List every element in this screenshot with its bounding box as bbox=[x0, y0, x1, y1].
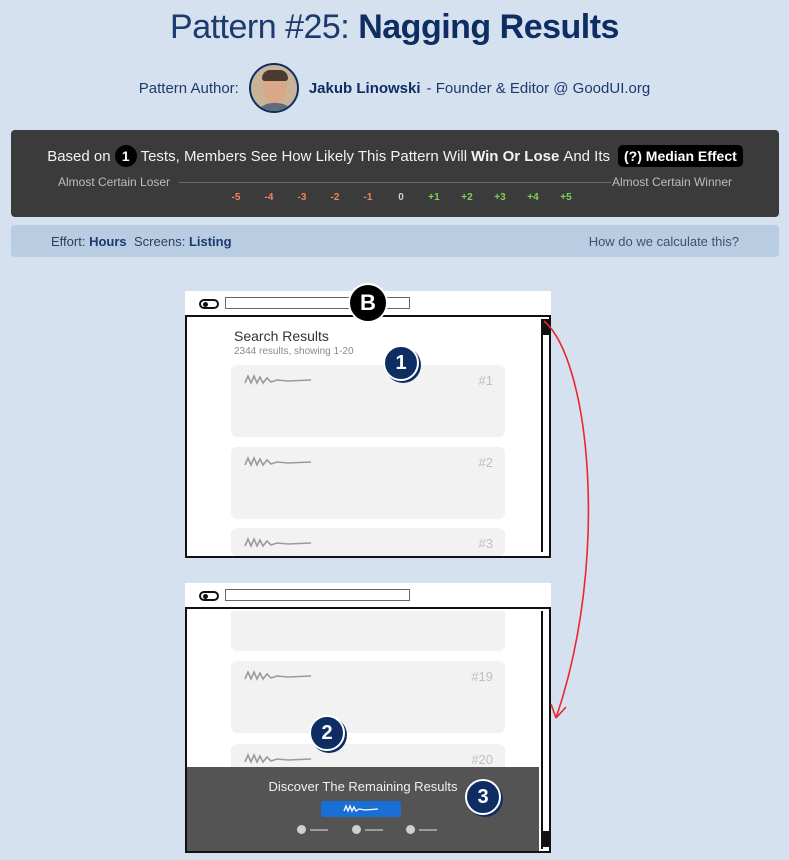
scroll-arrow bbox=[543, 320, 590, 719]
